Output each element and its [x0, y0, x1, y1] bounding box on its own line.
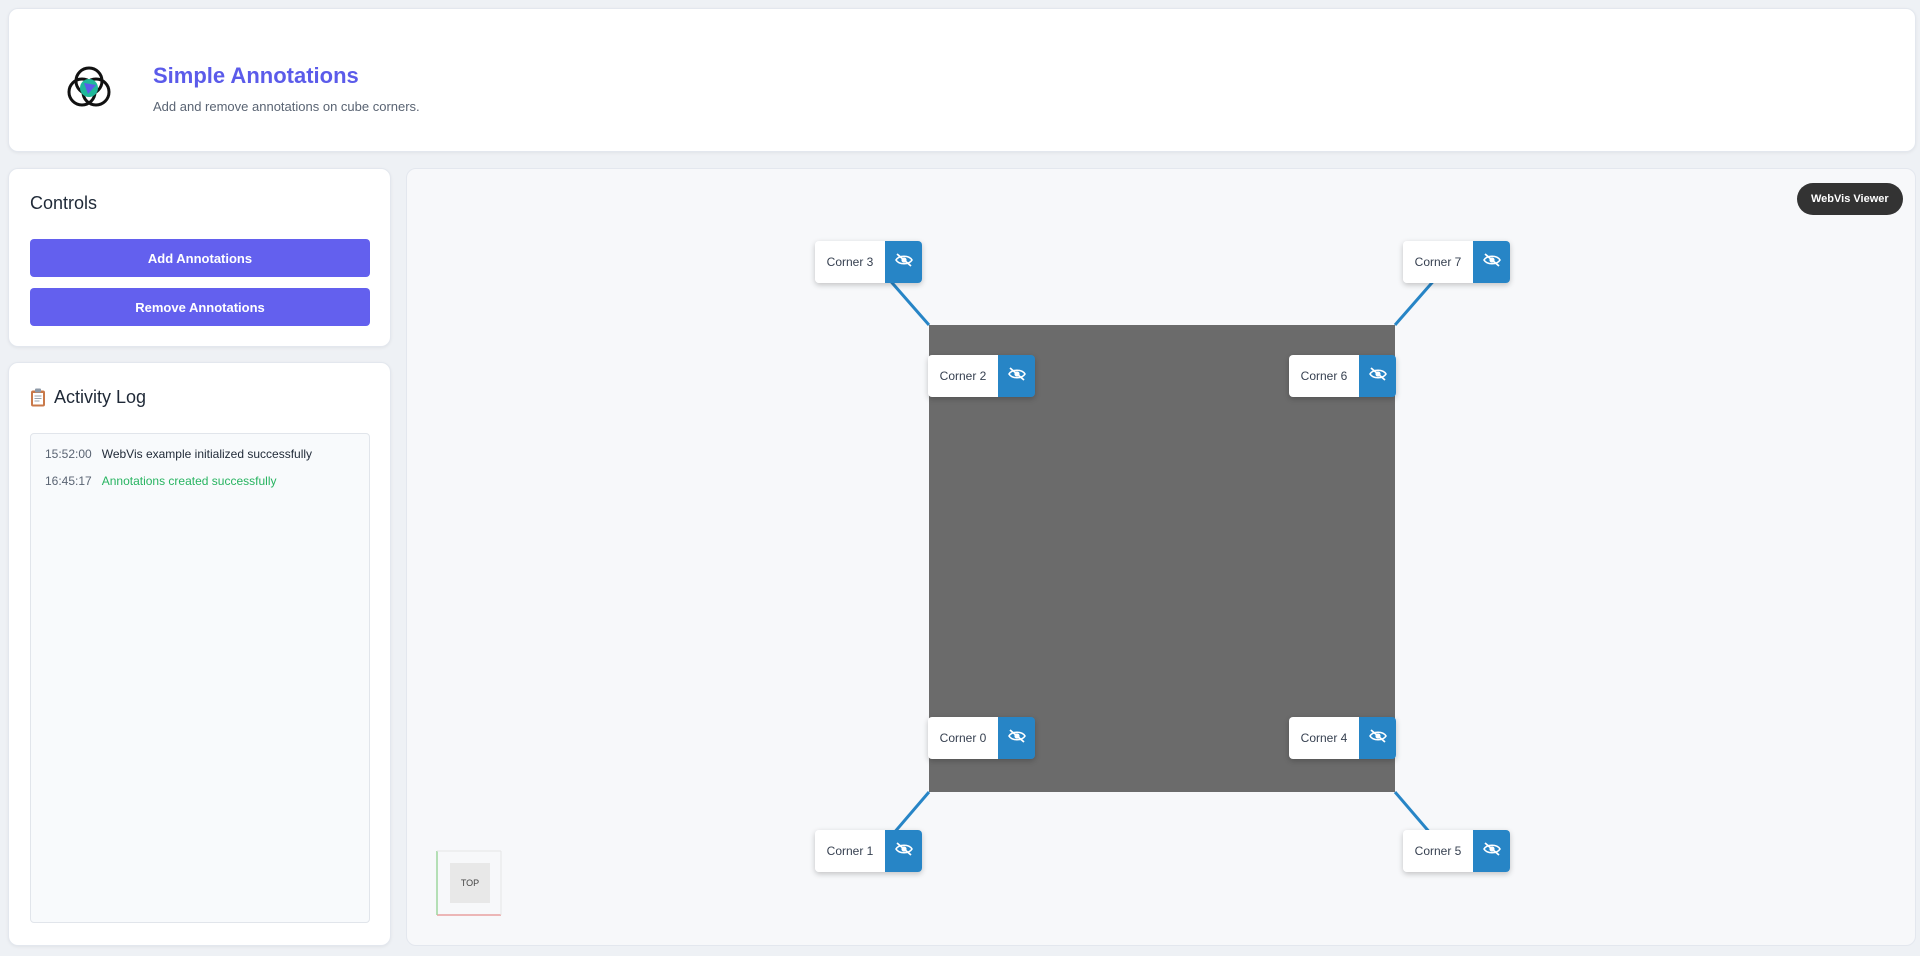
annotation-label[interactable]: Corner 6	[1289, 355, 1359, 397]
annotation-corner-2[interactable]: Corner 2	[928, 355, 1035, 397]
annotation-corner-6[interactable]: Corner 6	[1289, 355, 1396, 397]
eye-off-icon	[1482, 841, 1501, 861]
eye-off-icon	[1482, 252, 1501, 272]
log-entry: 15:52:00 WebVis example initialized succ…	[45, 446, 355, 462]
log-entry-message: Annotations created successfully	[101, 474, 277, 488]
annotation-label[interactable]: Corner 7	[1403, 241, 1473, 283]
visibility-toggle-button[interactable]	[1359, 717, 1396, 759]
annotation-label[interactable]: Corner 0	[928, 717, 998, 759]
annotation-label[interactable]: Corner 2	[928, 355, 998, 397]
activity-log-title: Activity Log	[54, 387, 147, 407]
controls-panel: Controls Add Annotations Remove Annotati…	[8, 168, 391, 347]
leader-line-corner-3	[885, 276, 931, 326]
page-subtitle: Add and remove annotations on cube corne…	[153, 99, 420, 114]
eye-off-icon	[1368, 728, 1387, 748]
log-entry: 16:45:17 Annotations created successfull…	[45, 473, 355, 489]
visibility-toggle-button[interactable]	[1473, 241, 1510, 283]
annotation-label[interactable]: Corner 4	[1289, 717, 1359, 759]
add-annotations-button[interactable]: Add Annotations	[30, 239, 370, 277]
log-entry-time: 15:52:00	[45, 447, 92, 461]
viewer-badge: WebVis Viewer	[1797, 183, 1903, 215]
eye-off-icon	[894, 841, 913, 861]
annotation-label[interactable]: Corner 1	[815, 830, 885, 872]
navigation-cube[interactable]: TOP	[435, 849, 503, 917]
visibility-toggle-button[interactable]	[885, 830, 922, 872]
visibility-toggle-button[interactable]	[1359, 355, 1396, 397]
eye-off-icon	[894, 252, 913, 272]
visibility-toggle-button[interactable]	[1473, 830, 1510, 872]
annotation-corner-5[interactable]: Corner 5	[1403, 830, 1510, 872]
annotation-label[interactable]: Corner 5	[1403, 830, 1473, 872]
activity-log-list[interactable]: 15:52:00 WebVis example initialized succ…	[30, 433, 370, 923]
page-title: Simple Annotations	[153, 63, 359, 88]
webvis-logo-icon	[63, 61, 115, 113]
annotation-corner-0[interactable]: Corner 0	[928, 717, 1035, 759]
visibility-toggle-button[interactable]	[885, 241, 922, 283]
log-entry-message: WebVis example initialized successfully	[101, 447, 313, 461]
app-header: Simple Annotations Add and remove annota…	[8, 8, 1916, 152]
eye-off-icon	[1007, 728, 1026, 748]
activity-log-panel: Activity Log 15:52:00 WebVis example ini…	[8, 362, 391, 946]
leader-line-corner-7	[1393, 276, 1439, 326]
annotation-corner-1[interactable]: Corner 1	[815, 830, 922, 872]
annotation-corner-7[interactable]: Corner 7	[1403, 241, 1510, 283]
webvis-viewer-canvas[interactable]: WebVis Viewer Corner 3 Corner 7 Corner 2	[406, 168, 1916, 946]
eye-off-icon	[1368, 366, 1387, 386]
annotation-corner-4[interactable]: Corner 4	[1289, 717, 1396, 759]
activity-log-header: Activity Log	[30, 387, 146, 408]
log-entry-time: 16:45:17	[45, 474, 92, 488]
eye-off-icon	[1007, 366, 1026, 386]
visibility-toggle-button[interactable]	[998, 355, 1035, 397]
nav-cube-top-face[interactable]: TOP	[450, 863, 490, 903]
annotation-corner-3[interactable]: Corner 3	[815, 241, 922, 283]
clipboard-icon	[30, 388, 46, 407]
annotation-label[interactable]: Corner 3	[815, 241, 885, 283]
visibility-toggle-button[interactable]	[998, 717, 1035, 759]
controls-title: Controls	[30, 193, 98, 213]
remove-annotations-button[interactable]: Remove Annotations	[30, 288, 370, 326]
